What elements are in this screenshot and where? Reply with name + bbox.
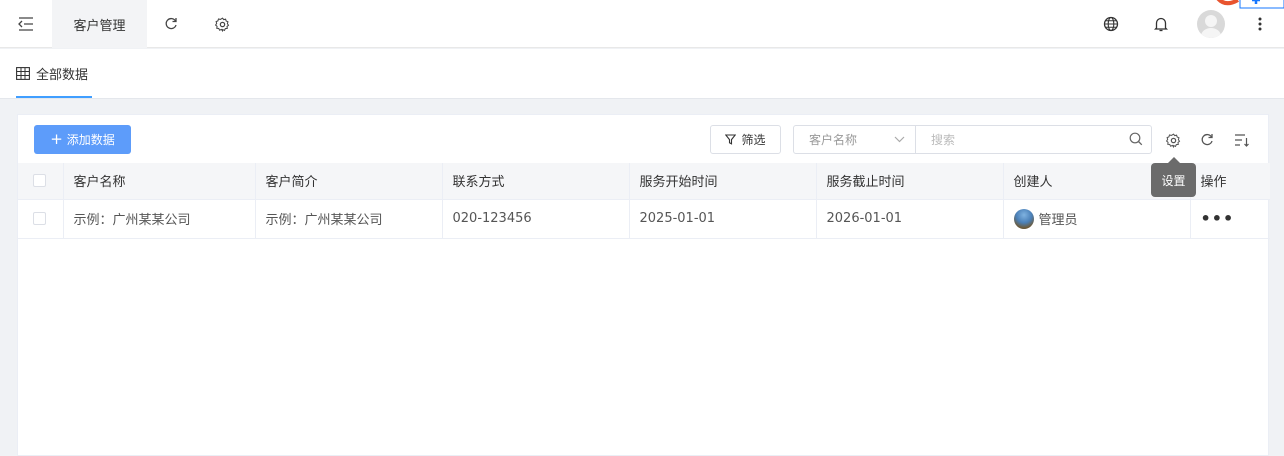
globe-icon[interactable] bbox=[1101, 0, 1121, 48]
cell-actions: ••• bbox=[1190, 199, 1270, 239]
settings-icon[interactable] bbox=[212, 0, 232, 48]
bell-icon[interactable] bbox=[1151, 0, 1171, 48]
column-header[interactable]: 联系方式 bbox=[442, 163, 630, 200]
filter-icon bbox=[725, 134, 737, 145]
customer-table: 客户名称 客户简介 联系方式 服务开始时间 服务截止时间 创建人 操作 示例：广… bbox=[18, 163, 1270, 239]
tooltip-text: 设置 bbox=[1161, 173, 1186, 188]
search-field-select[interactable]: 客户名称 bbox=[794, 126, 916, 153]
table-row[interactable]: 示例：广州某某公司 示例：广州某某公司 020-123456 2025-01-0… bbox=[18, 199, 1270, 239]
cell-service-end: 2026-01-01 bbox=[816, 199, 1004, 239]
search-icon[interactable] bbox=[1129, 132, 1143, 146]
column-header[interactable]: 服务截止时间 bbox=[816, 163, 1004, 200]
filter-button[interactable]: 筛选 bbox=[710, 125, 781, 154]
settings-tooltip: 设置 bbox=[1151, 157, 1196, 197]
column-header: 操作 bbox=[1190, 163, 1270, 200]
tab-label: 客户管理 bbox=[73, 18, 126, 34]
sort-columns-icon[interactable] bbox=[1232, 131, 1250, 149]
chevron-down-icon bbox=[894, 136, 905, 143]
row-checkbox[interactable] bbox=[33, 212, 46, 225]
creator-avatar bbox=[1013, 208, 1034, 229]
table-settings-icon[interactable] bbox=[1164, 131, 1182, 149]
column-header[interactable]: 服务开始时间 bbox=[629, 163, 817, 200]
search-group: 客户名称 bbox=[793, 125, 1152, 154]
corner-badge-icon bbox=[1216, 0, 1284, 9]
add-data-label: 添加数据 bbox=[66, 133, 115, 147]
top-bar: 客户管理 bbox=[0, 0, 1284, 48]
creator-name: 管理员 bbox=[1038, 213, 1078, 228]
cell-customer-name: 示例：广州某某公司 bbox=[63, 199, 256, 239]
reload-icon[interactable] bbox=[1198, 131, 1216, 149]
data-card: + 添加数据 筛选 客户名称 设置 bbox=[17, 114, 1270, 456]
header-checkbox-cell bbox=[18, 163, 64, 200]
add-data-button[interactable]: + 添加数据 bbox=[34, 125, 131, 154]
search-field-value: 客户名称 bbox=[809, 133, 858, 147]
active-tab-indicator bbox=[16, 96, 92, 98]
search-input[interactable] bbox=[916, 126, 1151, 153]
avatar[interactable] bbox=[1197, 10, 1225, 38]
cell-contact: 020-123456 bbox=[442, 199, 630, 239]
cell-service-start: 2025-01-01 bbox=[629, 199, 817, 239]
column-header[interactable]: 客户简介 bbox=[255, 163, 443, 200]
tab-all-data-label: 全部数据 bbox=[36, 68, 89, 83]
row-checkbox-cell bbox=[18, 199, 64, 239]
tab-customer-management[interactable]: 客户管理 bbox=[52, 0, 147, 48]
cell-customer-intro: 示例：广州某某公司 bbox=[255, 199, 443, 239]
table-icon bbox=[16, 67, 30, 80]
table-header-row: 客户名称 客户简介 联系方式 服务开始时间 服务截止时间 创建人 操作 bbox=[18, 163, 1270, 200]
select-all-checkbox[interactable] bbox=[33, 174, 46, 188]
more-actions-icon[interactable]: ••• bbox=[1201, 209, 1235, 228]
cell-creator: 管理员 bbox=[1003, 199, 1191, 239]
refresh-icon[interactable] bbox=[161, 0, 181, 48]
filter-label: 筛选 bbox=[741, 133, 766, 147]
collapse-menu-icon[interactable] bbox=[14, 0, 38, 48]
tab-all-data[interactable]: 全部数据 bbox=[16, 49, 88, 98]
column-header[interactable]: 客户名称 bbox=[63, 163, 256, 200]
plus-icon: + bbox=[50, 130, 63, 148]
view-tab-bar: 全部数据 bbox=[0, 49, 1284, 99]
